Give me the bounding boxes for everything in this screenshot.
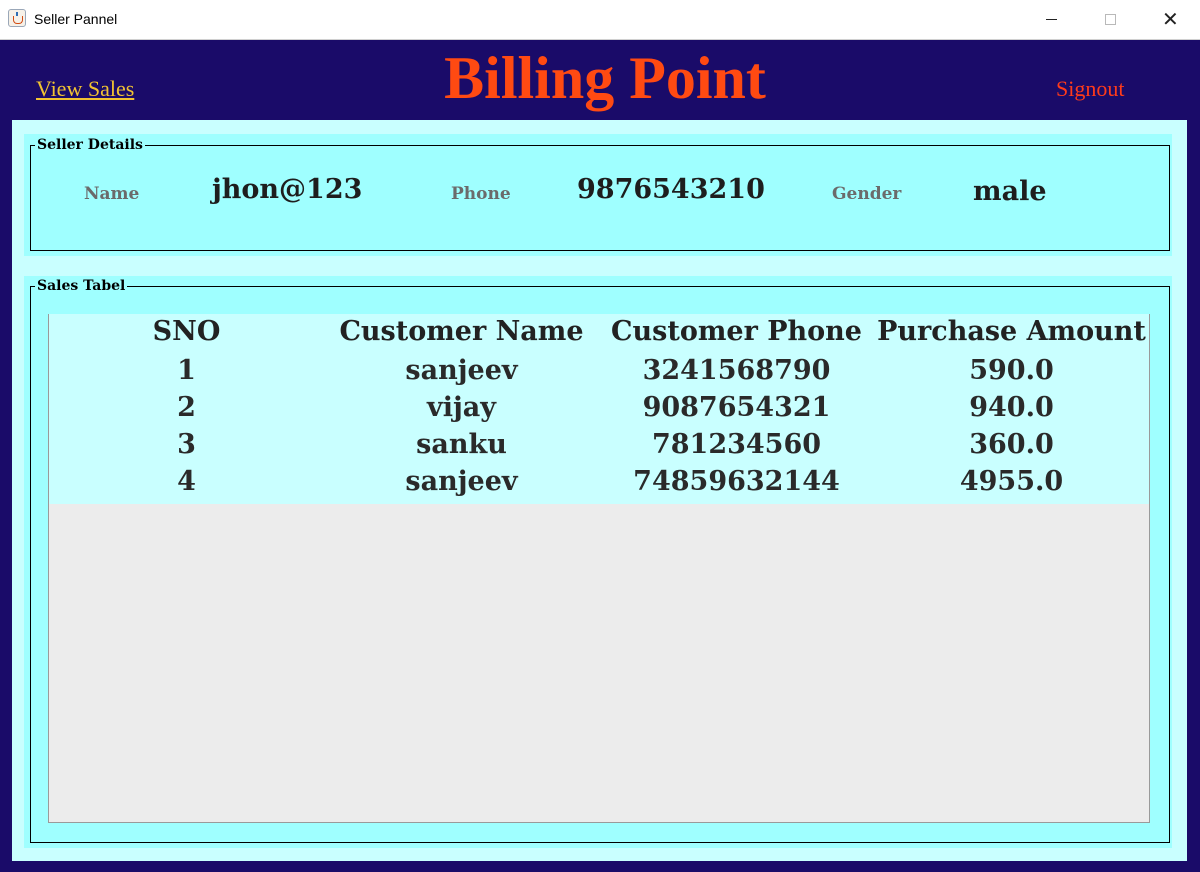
row-purchase-amount: 940.0 bbox=[969, 392, 1054, 423]
row-customer-name: sanku bbox=[416, 429, 507, 460]
window-title-bar: Seller Pannel ✕ bbox=[0, 0, 1200, 40]
java-cup-icon bbox=[8, 9, 26, 27]
row-customer-phone: 3241568790 bbox=[642, 355, 831, 386]
seller-details-legend: Seller Details bbox=[35, 137, 145, 153]
row-sno: 4 bbox=[177, 466, 196, 497]
table-row[interactable]: 1 sanjeev 3241568790 590.0 bbox=[49, 352, 1149, 389]
signout-link[interactable]: Signout bbox=[1056, 76, 1124, 102]
column-header-customer-phone[interactable]: Customer Phone bbox=[599, 314, 874, 350]
maximize-button[interactable] bbox=[1081, 0, 1139, 39]
table-row[interactable]: 3 sanku 781234560 360.0 bbox=[49, 426, 1149, 463]
minimize-icon bbox=[1046, 19, 1057, 20]
column-header-purchase-amount[interactable]: Purchase Amount bbox=[874, 314, 1149, 350]
row-purchase-amount: 590.0 bbox=[969, 355, 1054, 386]
row-purchase-amount: 360.0 bbox=[969, 429, 1054, 460]
maximize-icon bbox=[1105, 14, 1116, 25]
gender-label: Gender bbox=[832, 184, 902, 204]
table-row[interactable]: 2 vijay 9087654321 940.0 bbox=[49, 389, 1149, 426]
row-customer-name: vijay bbox=[427, 392, 496, 423]
row-customer-phone: 781234560 bbox=[651, 429, 822, 460]
name-label: Name bbox=[84, 184, 140, 204]
window-title: Seller Pannel bbox=[34, 11, 118, 27]
row-sno: 2 bbox=[177, 392, 196, 423]
minimize-button[interactable] bbox=[1022, 0, 1080, 39]
gender-value: male bbox=[973, 176, 1047, 207]
phone-value: 9876543210 bbox=[577, 174, 765, 205]
row-sno: 1 bbox=[177, 355, 196, 386]
app-title: Billing Point bbox=[444, 45, 766, 111]
row-customer-name: sanjeev bbox=[405, 355, 518, 386]
row-purchase-amount: 4955.0 bbox=[959, 466, 1064, 497]
column-header-customer-name[interactable]: Customer Name bbox=[324, 314, 599, 350]
column-header-sno[interactable]: SNO bbox=[49, 314, 324, 350]
close-icon: ✕ bbox=[1162, 7, 1179, 31]
table-header: SNO Customer Name Customer Phone Purchas… bbox=[49, 314, 1149, 352]
row-customer-name: sanjeev bbox=[405, 466, 518, 497]
sales-table-legend: Sales Tabel bbox=[35, 278, 128, 294]
table-row[interactable]: 4 sanjeev 74859632144 4955.0 bbox=[49, 463, 1149, 504]
row-customer-phone: 74859632144 bbox=[633, 466, 840, 497]
name-value: jhon@123 bbox=[212, 174, 363, 205]
row-customer-phone: 9087654321 bbox=[642, 392, 831, 423]
row-sno: 3 bbox=[177, 429, 196, 460]
phone-label: Phone bbox=[451, 184, 511, 204]
close-button[interactable]: ✕ bbox=[1140, 0, 1198, 39]
